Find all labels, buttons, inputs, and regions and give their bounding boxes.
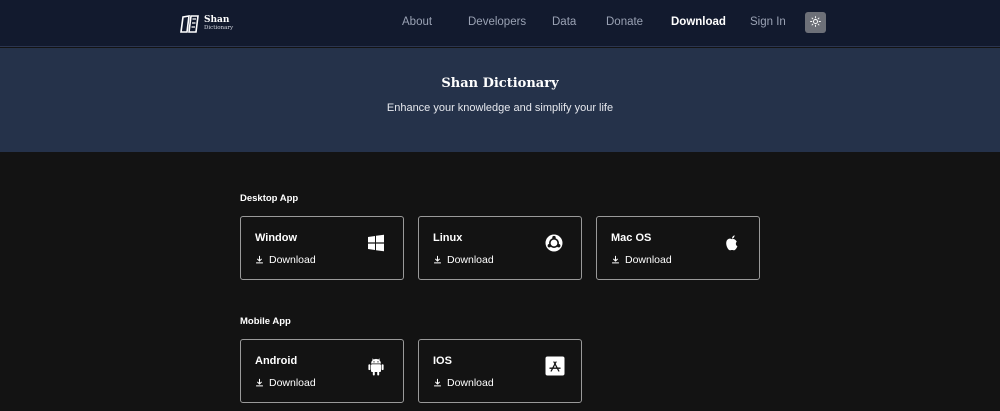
download-card-macos[interactable]: Mac OS Download	[596, 216, 760, 280]
download-card-android[interactable]: Android Download	[240, 339, 404, 403]
download-label: Download	[447, 377, 494, 389]
app-name: Android	[255, 355, 298, 367]
brand-title: Shan	[204, 15, 230, 26]
ubuntu-icon	[545, 234, 563, 252]
download-icon	[255, 251, 264, 269]
download-card-windows[interactable]: Window Download	[240, 216, 404, 280]
download-link[interactable]: Download	[433, 374, 494, 392]
app-name: Window	[255, 232, 298, 244]
hero-subtitle: Enhance your knowledge and simplify your…	[386, 102, 614, 114]
download-label: Download	[447, 254, 494, 266]
download-label: Download	[269, 254, 316, 266]
download-link[interactable]: Download	[433, 251, 494, 269]
hero-banner: Shan Dictionary Enhance your knowledge a…	[0, 48, 1000, 152]
download-icon	[611, 251, 620, 269]
windows-icon	[367, 234, 385, 252]
nav-donate[interactable]: Donate	[606, 16, 643, 28]
download-link[interactable]: Download	[255, 374, 316, 392]
brand-text: Shan Dictionary	[204, 16, 233, 32]
nav-developers[interactable]: Developers	[468, 16, 526, 28]
app-store-icon	[545, 356, 565, 376]
theme-toggle-button[interactable]	[805, 12, 826, 33]
mobile-app-heading: Mobile App	[240, 316, 291, 327]
sun-icon	[810, 14, 821, 32]
apple-icon	[723, 234, 741, 252]
nav-data[interactable]: Data	[552, 16, 576, 28]
download-link[interactable]: Download	[611, 251, 672, 269]
hero-title: Shan Dictionary	[441, 76, 559, 91]
download-label: Download	[625, 254, 672, 266]
download-card-ios[interactable]: IOS Download	[418, 339, 582, 403]
brand-subtitle: Dictionary	[204, 25, 234, 32]
download-card-linux[interactable]: Linux Download	[418, 216, 582, 280]
nav-download[interactable]: Download	[671, 16, 726, 28]
navbar: Shan Dictionary About Developers Data Do…	[0, 0, 1000, 47]
app-name: IOS	[433, 355, 452, 367]
download-icon	[433, 251, 442, 269]
download-icon	[255, 374, 264, 392]
dictionary-logo-icon	[180, 14, 200, 34]
brand-logo[interactable]: Shan Dictionary	[180, 12, 233, 36]
android-icon	[367, 357, 385, 376]
app-name: Linux	[433, 232, 463, 244]
nav-sign-in[interactable]: Sign In	[750, 16, 786, 28]
download-icon	[433, 374, 442, 392]
download-link[interactable]: Download	[255, 251, 316, 269]
app-name: Mac OS	[611, 232, 652, 244]
download-label: Download	[269, 377, 316, 389]
nav-about[interactable]: About	[402, 16, 432, 28]
desktop-app-heading: Desktop App	[240, 193, 299, 204]
